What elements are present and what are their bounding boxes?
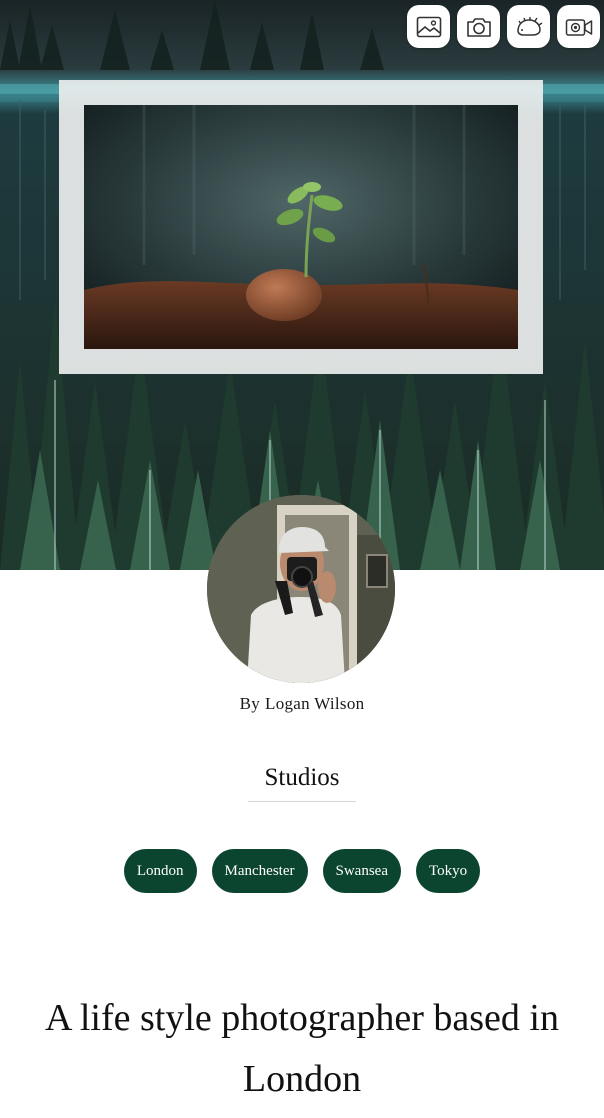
author-byline: By Logan Wilson [0, 694, 604, 714]
featured-photo[interactable] [84, 105, 518, 349]
hedgehog-button[interactable] [507, 5, 550, 48]
sprout-photo-image [84, 105, 518, 349]
avatar-photo-image [207, 495, 395, 683]
photographer-avatar[interactable] [207, 495, 395, 683]
hero-banner [0, 0, 604, 570]
studio-pill-tokyo[interactable]: Tokyo [416, 849, 481, 893]
media-toolbar [407, 5, 600, 48]
image-icon [416, 16, 441, 37]
camera-icon [466, 17, 491, 37]
studio-pill-london[interactable]: London [123, 849, 197, 893]
hedgehog-icon [516, 16, 542, 36]
image-button[interactable] [407, 5, 450, 48]
video-camera-icon [565, 18, 592, 36]
author-name: Logan Wilson [265, 694, 365, 713]
byline-prefix: By [239, 694, 261, 713]
video-camera-button[interactable] [557, 5, 600, 48]
camera-button[interactable] [457, 5, 500, 48]
page-headline: A life style photographer based in Londo… [45, 997, 559, 1100]
studios-heading: Studios [248, 764, 356, 802]
studio-pill-swansea[interactable]: Swansea [322, 849, 401, 893]
studio-list: London Manchester Swansea Tokyo [0, 849, 604, 893]
studio-pill-manchester[interactable]: Manchester [211, 849, 308, 893]
featured-photo-frame [59, 80, 543, 374]
